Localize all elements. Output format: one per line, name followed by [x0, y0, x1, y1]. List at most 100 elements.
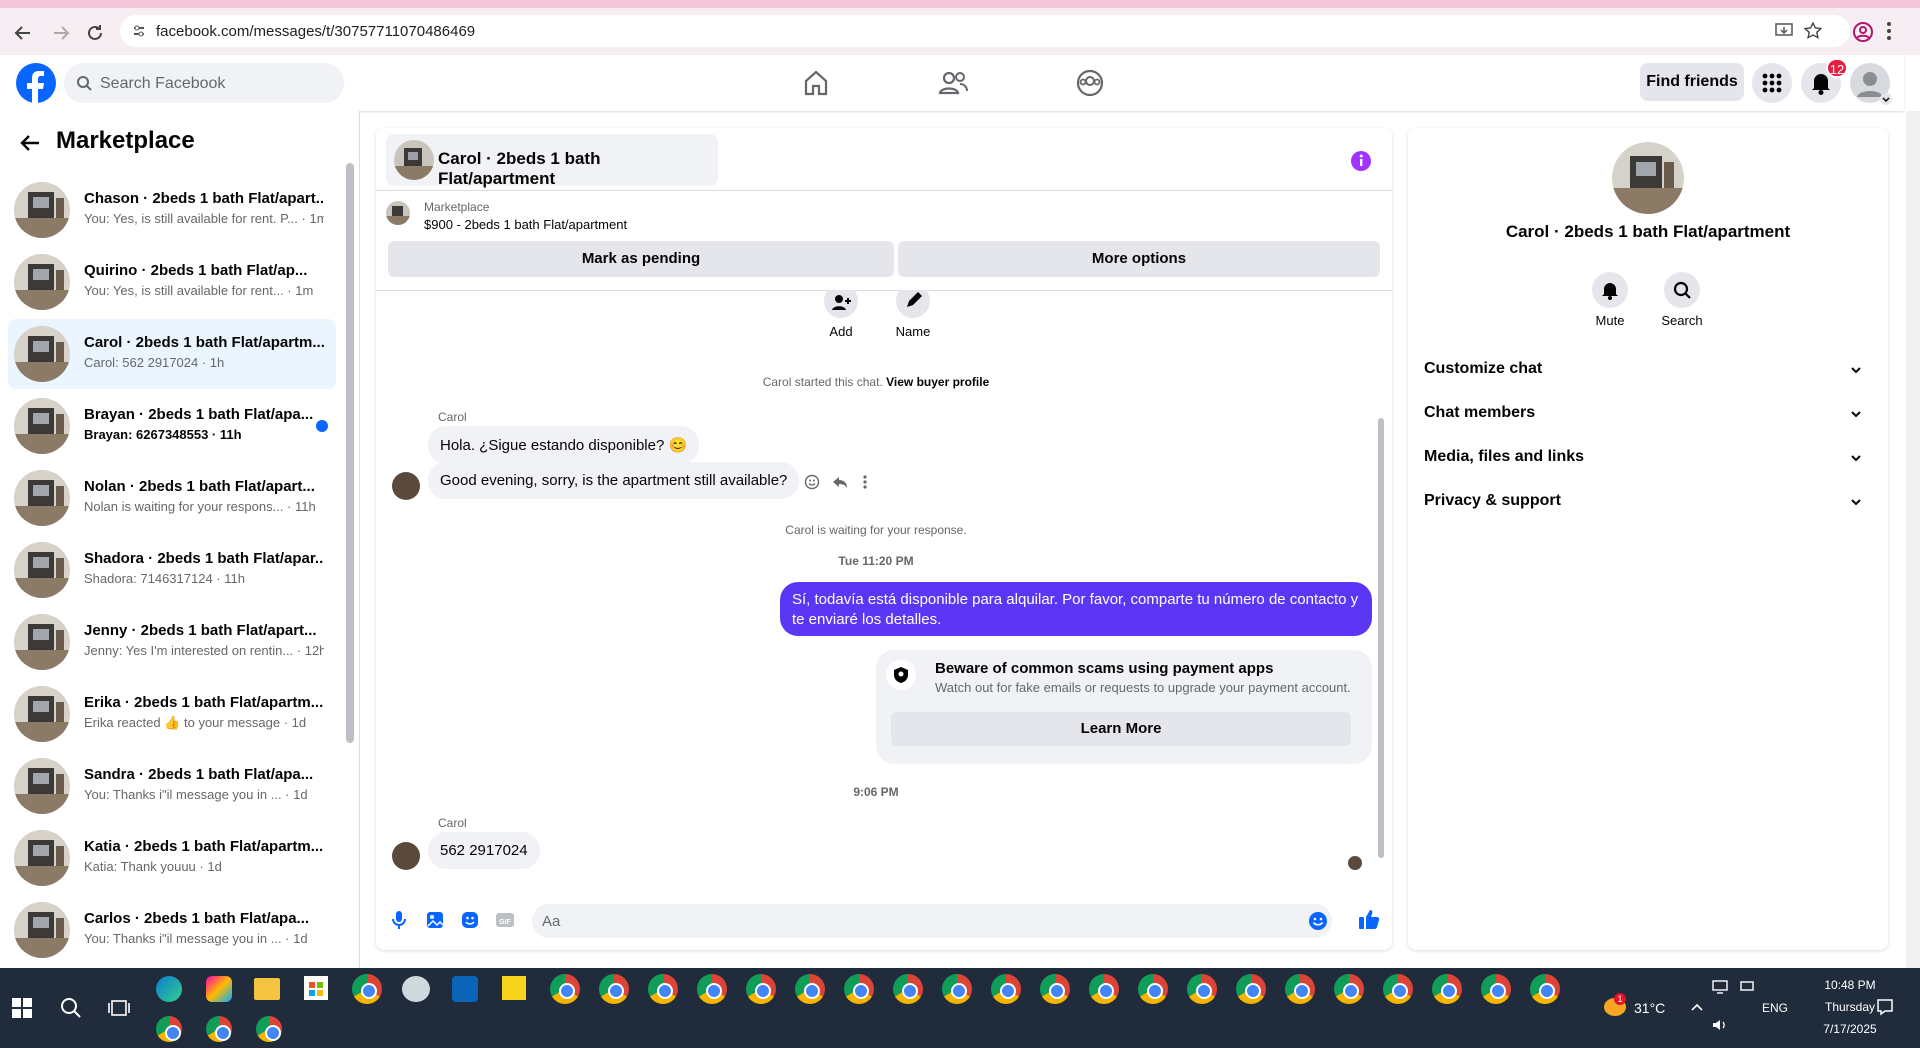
mute-bell-icon[interactable] — [1592, 272, 1628, 308]
friends-icon[interactable] — [937, 67, 969, 99]
groups-icon[interactable] — [1074, 67, 1106, 99]
chrome-icon[interactable] — [991, 974, 1021, 1004]
conversation-item[interactable]: Nolan · 2beds 1 bath Flat/apart... Nolan … — [8, 463, 336, 533]
thread-scrollbar[interactable] — [1378, 418, 1384, 858]
chrome-icon[interactable] — [844, 974, 874, 1004]
react-emoji-icon[interactable] — [804, 474, 820, 490]
like-thumb-icon[interactable] — [1358, 908, 1380, 930]
conversation-item[interactable]: Carlos · 2beds 1 bath Flat/apa... You: Th… — [8, 895, 336, 965]
reply-icon[interactable] — [832, 474, 848, 490]
panel-section[interactable]: Media, files and links — [1424, 448, 1864, 466]
file-explorer-icon[interactable] — [254, 978, 280, 1000]
chrome-icon[interactable] — [1187, 974, 1217, 1004]
conversation-item[interactable]: Quirino · 2beds 1 bath Flat/ap... You: Ye… — [8, 247, 336, 317]
sidebar-scrollbar[interactable] — [346, 163, 354, 743]
chrome-icon[interactable] — [1138, 974, 1168, 1004]
mark-as-pending-button[interactable]: Mark as pending — [388, 241, 894, 277]
sticky-notes-icon[interactable] — [502, 976, 526, 1000]
display-icon[interactable] — [1740, 980, 1756, 994]
conversation-item[interactable]: Katia · 2beds 1 bath Flat/apartm... Katia… — [8, 823, 336, 893]
copilot-icon[interactable] — [206, 976, 232, 1002]
network-icon[interactable] — [1712, 980, 1728, 994]
conversation-item[interactable]: Carol · 2beds 1 bath Flat/apartm... Carol… — [8, 319, 336, 389]
taskbar-search-icon[interactable] — [60, 997, 82, 1019]
tray-chevron-icon[interactable] — [1690, 1000, 1704, 1014]
task-view-icon[interactable] — [108, 997, 130, 1019]
chrome-icon[interactable] — [256, 1016, 282, 1042]
chrome-icon[interactable] — [893, 974, 923, 1004]
chrome-icon[interactable] — [156, 1016, 182, 1042]
conversation-item[interactable]: Sandra · 2beds 1 bath Flat/apa... You: Th… — [8, 751, 336, 821]
forward-icon[interactable] — [50, 22, 72, 44]
conversation-item[interactable]: Shadora · 2beds 1 bath Flat/apar... Shado… — [8, 535, 336, 605]
chrome-icon[interactable] — [352, 974, 382, 1004]
chrome-icon[interactable] — [599, 974, 629, 1004]
conversation-item[interactable]: Brayan · 2beds 1 bath Flat/apa... Brayan:… — [8, 391, 336, 461]
conversation-item[interactable]: Jenny · 2beds 1 bath Flat/apart... Jenny:… — [8, 607, 336, 677]
chrome-icon[interactable] — [1089, 974, 1119, 1004]
store-icon[interactable] — [304, 976, 328, 1000]
chrome-icon[interactable] — [1530, 974, 1560, 1004]
page-scrollbar[interactable] — [1906, 111, 1920, 968]
menu-grid-icon[interactable] — [1752, 63, 1792, 103]
chrome-icon[interactable] — [697, 974, 727, 1004]
message-bubble[interactable]: Good evening, sorry, is the apartment st… — [428, 462, 800, 499]
more-options-button[interactable]: More options — [898, 241, 1380, 277]
browser-menu-icon[interactable] — [1886, 21, 1892, 41]
chrome-icon[interactable] — [942, 974, 972, 1004]
site-info-icon[interactable] — [132, 24, 146, 38]
photo-icon[interactable] — [425, 910, 445, 930]
bookmark-star-icon[interactable] — [1804, 22, 1822, 40]
home-icon[interactable] — [800, 67, 832, 99]
reload-icon[interactable] — [84, 22, 106, 44]
volume-icon[interactable] — [1712, 1018, 1728, 1032]
message-composer-input[interactable]: Aa — [532, 904, 1332, 938]
chrome-icon[interactable] — [1285, 974, 1315, 1004]
view-buyer-profile-link[interactable]: View buyer profile — [886, 375, 989, 389]
sticker-icon[interactable] — [460, 910, 480, 930]
profile-icon[interactable] — [1852, 21, 1874, 43]
learn-more-button[interactable]: Learn More — [891, 712, 1351, 746]
chrome-icon[interactable] — [1236, 974, 1266, 1004]
chrome-icon[interactable] — [1383, 974, 1413, 1004]
chrome-icon[interactable] — [1040, 974, 1070, 1004]
gif-icon[interactable]: GIF — [495, 910, 515, 930]
chrome-icon[interactable] — [746, 974, 776, 1004]
microphone-icon[interactable] — [390, 910, 408, 930]
paint-icon[interactable] — [402, 976, 430, 1002]
message-bubble[interactable]: Hola. ¿Sigue estando disponible? 😊 — [428, 426, 700, 464]
facebook-logo-icon[interactable] — [16, 63, 56, 103]
conversation-item[interactable]: Chason · 2beds 1 bath Flat/apart... You: … — [8, 175, 336, 245]
chrome-icon[interactable] — [648, 974, 678, 1004]
windows-start-icon[interactable] — [12, 998, 32, 1018]
install-app-icon[interactable] — [1775, 23, 1793, 39]
search-chat-icon[interactable] — [1664, 272, 1700, 308]
chrome-icon[interactable] — [550, 974, 580, 1004]
temperature[interactable]: 31°C — [1634, 1000, 1665, 1016]
chat-header[interactable]: Carol · 2beds 1 bath Flat/apartment — [386, 134, 718, 188]
address-bar[interactable]: facebook.com/messages/t/3075771107048646… — [120, 15, 1850, 47]
search-input[interactable]: Search Facebook — [64, 63, 344, 103]
edit-name-icon[interactable] — [896, 290, 930, 318]
language-indicator[interactable]: ENG — [1762, 1001, 1788, 1015]
message-bubble[interactable]: 562 2917024 — [428, 832, 540, 869]
back-arrow-icon[interactable] — [18, 131, 42, 155]
find-friends-button[interactable]: Find friends — [1640, 63, 1744, 101]
chrome-icon[interactable] — [795, 974, 825, 1004]
more-actions-icon[interactable] — [862, 474, 868, 490]
account-chevron-icon[interactable] — [1880, 93, 1892, 105]
edge-icon[interactable] — [156, 976, 182, 1002]
conversation-item[interactable]: Erika · 2beds 1 bath Flat/apartm... Erika… — [8, 679, 336, 749]
notification-center-icon[interactable] — [1876, 998, 1894, 1016]
panel-section[interactable]: Privacy & support — [1424, 492, 1864, 510]
chrome-icon[interactable] — [1432, 974, 1462, 1004]
my-message-bubble[interactable]: Sí, todavía está disponible para alquila… — [780, 582, 1372, 636]
panel-section[interactable]: Customize chat — [1424, 360, 1864, 378]
clock-time[interactable]: 10:48 PM — [1800, 978, 1900, 992]
emoji-icon[interactable] — [1308, 911, 1328, 931]
add-person-icon[interactable] — [824, 290, 858, 318]
outlook-icon[interactable] — [452, 976, 478, 1002]
listing-title[interactable]: $900 - 2beds 1 bath Flat/apartment — [424, 217, 627, 232]
chat-info-icon[interactable] — [1350, 150, 1372, 172]
chrome-icon[interactable] — [1334, 974, 1364, 1004]
